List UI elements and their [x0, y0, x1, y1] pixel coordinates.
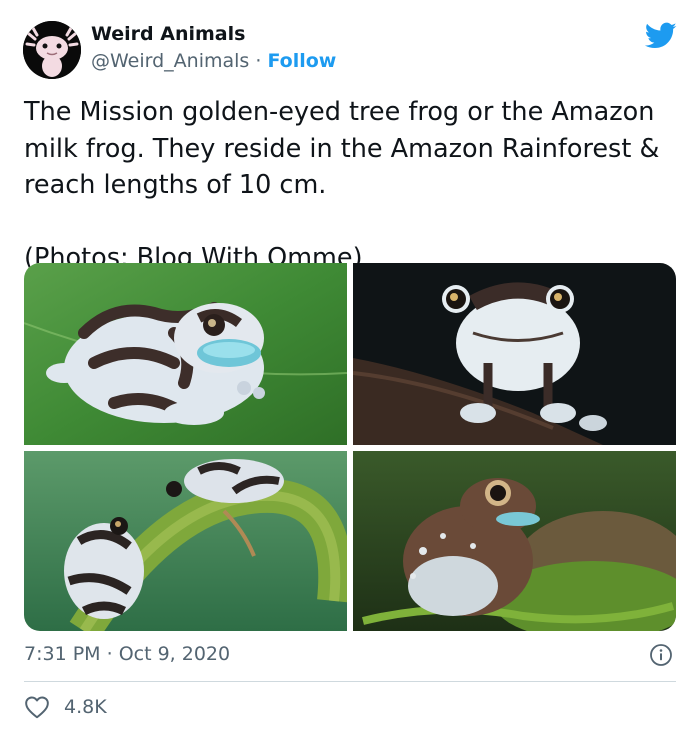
media-grid [24, 263, 676, 631]
tweet-text: The Mission golden-eyed tree frog or the… [24, 97, 660, 273]
heart-icon [25, 696, 49, 719]
photo-two-frogs-on-stem[interactable] [24, 451, 347, 631]
author-handle[interactable]: @Weird_Animals [91, 50, 249, 72]
divider [24, 681, 676, 682]
photo-frog-on-moss[interactable] [353, 451, 676, 631]
photo-frog-front-view[interactable] [353, 263, 676, 445]
like-count: 4.8K [64, 696, 107, 718]
tweet-time: 7:31 PM [24, 643, 101, 665]
two-frogs-image [24, 451, 347, 631]
frog-front-image [353, 263, 676, 445]
tweet-timestamp[interactable]: 7:31 PM · Oct 9, 2020 [24, 643, 230, 665]
twitter-bird-icon[interactable] [644, 22, 677, 50]
handle-separator: · [249, 50, 268, 72]
time-separator: · [100, 643, 119, 665]
photo-frog-on-leaf[interactable] [24, 263, 347, 445]
follow-button[interactable]: Follow [267, 50, 336, 72]
like-button[interactable]: 4.8K [24, 692, 107, 722]
author-name[interactable]: Weird Animals [91, 23, 245, 45]
author-avatar[interactable] [23, 21, 81, 79]
tweet-card: Weird Animals @Weird_Animals · Follow Th… [0, 0, 700, 733]
frog-moss-image [353, 451, 676, 631]
tweet-date: Oct 9, 2020 [118, 643, 231, 665]
axolotl-icon [23, 21, 81, 79]
frog-leaf-image [24, 263, 347, 445]
author-meta: @Weird_Animals · Follow [91, 50, 336, 72]
info-icon[interactable] [649, 643, 673, 667]
